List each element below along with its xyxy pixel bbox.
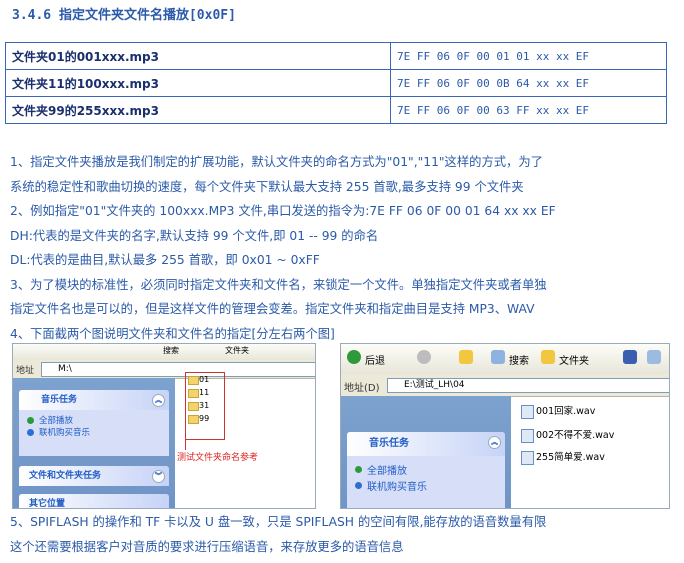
command-name: 文件夹99的255xxx.mp3 [5, 96, 391, 124]
left-screenshot: 搜索 文件夹 地址 M:\ 音乐任务 ︽ 全部播放 联机购买音乐 文件和文件夹任… [12, 343, 316, 509]
command-bytes: 7E FF 06 0F 00 0B 64 xx xx EF [390, 69, 667, 97]
table-row: 文件夹11的100xxx.mp3 7E FF 06 0F 00 0B 64 xx… [5, 69, 667, 97]
command-bytes: 7E FF 06 0F 00 63 FF xx xx EF [390, 96, 667, 124]
folders-icon[interactable] [541, 350, 555, 364]
task-pane: 音乐任务 ︽ 全部播放 联机购买音乐 [341, 396, 511, 508]
music-tasks-panel: 音乐任务 ︽ 全部播放 联机购买音乐 [347, 432, 505, 508]
table-row: 文件夹01的001xxx.mp3 7E FF 06 0F 00 01 01 xx… [5, 42, 667, 70]
wav-file-item[interactable]: 002不得不爱.wav [521, 428, 614, 443]
command-table: 文件夹01的001xxx.mp3 7E FF 06 0F 00 01 01 xx… [5, 42, 667, 124]
annotation-label: 测试文件夹命名参考 [177, 453, 259, 463]
toolbar-folder-label[interactable]: 文件夹 [225, 345, 249, 356]
address-label: 地址(D) [344, 383, 380, 394]
panel-header[interactable]: 其它位置 [19, 494, 169, 508]
buy-music-link[interactable]: 联机购买音乐 [347, 480, 505, 496]
toolbar-folder-label[interactable]: 文件夹 [559, 352, 589, 367]
folder-item[interactable]: 11 [186, 386, 224, 399]
file-tasks-panel: 文件和文件夹任务 ︾ [19, 466, 169, 486]
folder-item[interactable]: 01 [186, 373, 224, 386]
search-icon[interactable] [491, 350, 505, 364]
play-icon [355, 466, 362, 473]
folder-item[interactable]: 31 [186, 399, 224, 412]
play-icon [27, 417, 34, 424]
notes-bottom: 5、SPIFLASH 的操作和 TF 卡以及 U 盘一致，只是 SPIFLASH… [10, 510, 678, 559]
panel-header[interactable]: 音乐任务 ︽ [347, 432, 505, 456]
note-line: 这个还需要根据客户对音质的要求进行压缩语音，来存放更多的语音信息 [10, 539, 404, 554]
panel-header[interactable]: 文件和文件夹任务 ︾ [19, 466, 169, 486]
command-bytes: 7E FF 06 0F 00 01 01 xx xx EF [390, 42, 667, 70]
back-label[interactable]: 后退 [365, 352, 385, 367]
toolbar-search-label[interactable]: 搜索 [509, 352, 529, 367]
note-line: 1、指定文件夹播放是我们制定的扩展功能，默认文件夹的命名方式为"01","11"… [10, 155, 543, 169]
note-line: 2、例如指定"01"文件夹的 100xxx.MP3 文件,串口发送的指令为:7E… [10, 204, 556, 218]
note-line: 3、为了模块的标准性，必须同时指定文件夹和文件名，来锁定一个文件。单独指定文件夹… [10, 277, 547, 292]
note-line: DL:代表的是曲目,默认最多 255 首歌，即 0x01 ~ 0xFF [10, 253, 320, 267]
music-tasks-panel: 音乐任务 ︽ 全部播放 联机购买音乐 [19, 390, 169, 456]
annotation-line [185, 438, 186, 450]
section-title: 3.4.6 指定文件夹文件名播放[0x0F] [12, 8, 236, 23]
buy-music-link[interactable]: 联机购买音乐 [19, 427, 169, 439]
globe-icon [355, 482, 362, 489]
copy-icon[interactable] [647, 350, 661, 364]
toolbar: 后退 搜索 文件夹 [341, 344, 669, 374]
forward-icon[interactable] [417, 350, 431, 364]
address-bar: 地址(D) E:\测试_LH\04 [341, 374, 669, 397]
other-places-panel: 其它位置 [19, 494, 169, 508]
command-name: 文件夹01的001xxx.mp3 [5, 42, 391, 70]
cut-icon[interactable] [623, 350, 637, 364]
wav-file-item[interactable]: 001回家.wav [521, 404, 595, 419]
note-line: DH:代表的是文件夹的名字,默认支持 99 个文件,即 01 -- 99 的命名 [10, 228, 379, 243]
toolbar: 搜索 文件夹 [13, 344, 315, 360]
back-icon[interactable] [347, 350, 361, 364]
wav-file-item[interactable]: 255简单爱.wav [521, 450, 605, 465]
address-input[interactable]: M:\ [41, 362, 315, 377]
up-folder-icon[interactable] [459, 350, 473, 364]
folder-item[interactable]: 99 [186, 412, 224, 425]
notes-paragraph: 1、指定文件夹播放是我们制定的扩展功能，默认文件夹的命名方式为"01","11"… [10, 150, 678, 346]
collapse-icon[interactable]: ︾ [152, 470, 165, 483]
globe-icon [27, 429, 34, 436]
play-all-link[interactable]: 全部播放 [347, 464, 505, 480]
collapse-icon[interactable]: ︽ [152, 394, 165, 407]
address-input[interactable]: E:\测试_LH\04 [387, 378, 669, 393]
note-line: 指定文件名也是可以的，但是这样文件的管理会变差。指定文件夹和指定曲目是支持 MP… [10, 302, 535, 316]
table-row: 文件夹99的255xxx.mp3 7E FF 06 0F 00 63 FF xx… [5, 96, 667, 124]
collapse-icon[interactable]: ︽ [488, 436, 501, 449]
toolbar-search-label[interactable]: 搜索 [163, 345, 179, 356]
address-bar: 地址 M:\ [13, 360, 315, 379]
play-all-link[interactable]: 全部播放 [19, 415, 169, 427]
folder-list: 01 11 31 99 [185, 372, 225, 440]
note-line: 5、SPIFLASH 的操作和 TF 卡以及 U 盘一致，只是 SPIFLASH… [10, 515, 547, 529]
panel-header[interactable]: 音乐任务 ︽ [19, 390, 169, 410]
task-pane: 音乐任务 ︽ 全部播放 联机购买音乐 文件和文件夹任务 ︾ 其它位置 [13, 378, 175, 508]
address-label: 地址 [16, 366, 35, 376]
command-name: 文件夹11的100xxx.mp3 [5, 69, 391, 97]
right-screenshot: 后退 搜索 文件夹 地址(D) E:\测试_LH\04 音乐任务 ︽ 全部播放 … [340, 343, 670, 509]
note-line: 系统的稳定性和歌曲切换的速度，每个文件夹下默认最大支持 255 首歌,最多支持 … [10, 179, 524, 194]
